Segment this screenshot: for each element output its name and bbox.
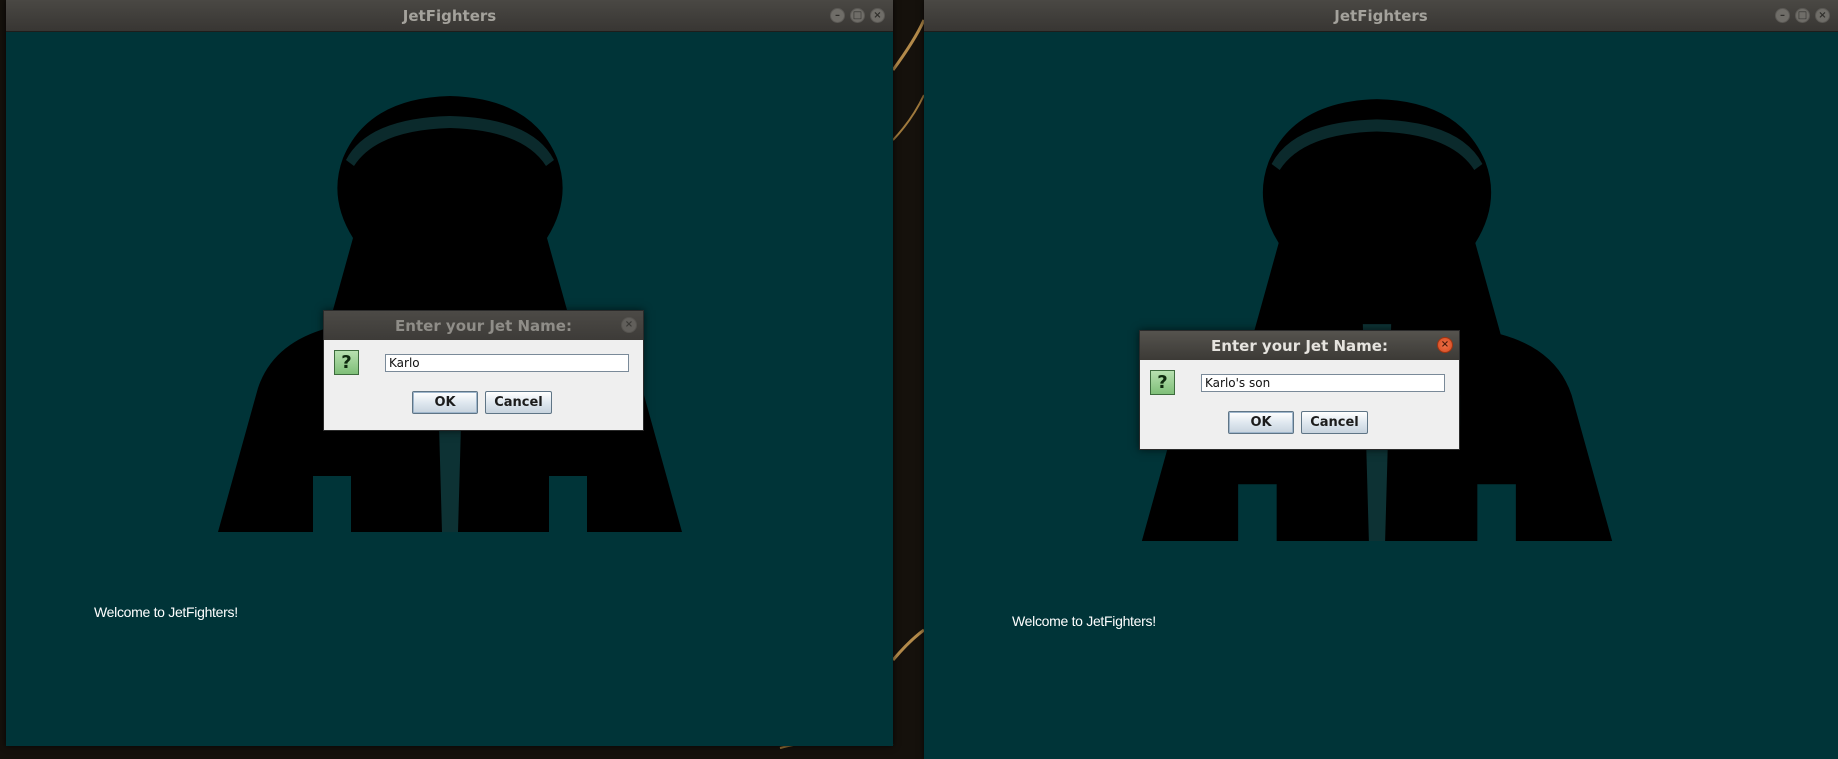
game-canvas: Welcome to JetFighters! Enter your Jet N… (924, 31, 1838, 759)
dialog-body: ? OK Cancel (324, 340, 643, 432)
pilot-silhouette-image (1141, 99, 1613, 541)
ok-button[interactable]: OK (1228, 411, 1294, 434)
minimize-icon[interactable]: – (830, 8, 845, 23)
jetfighters-window-right: JetFighters – □ × Welcome to JetFighters… (924, 0, 1838, 759)
maximize-icon[interactable]: □ (850, 8, 865, 23)
jetfighters-window-left: JetFighters – □ × Welcome to JetFighters… (6, 0, 893, 746)
window-titlebar[interactable]: JetFighters – □ × (924, 0, 1838, 32)
ok-button[interactable]: OK (412, 391, 478, 414)
window-title: JetFighters (1334, 6, 1428, 25)
dialog-close-icon[interactable]: × (1437, 337, 1453, 353)
minimize-icon[interactable]: – (1775, 8, 1790, 23)
window-controls: – □ × (1775, 8, 1830, 23)
cancel-button[interactable]: Cancel (485, 391, 552, 414)
game-canvas: Welcome to JetFighters! Enter your Jet N… (6, 31, 893, 746)
dialog-titlebar[interactable]: Enter your Jet Name: × (324, 311, 643, 340)
window-titlebar[interactable]: JetFighters – □ × (6, 0, 893, 32)
dialog-close-icon[interactable]: × (621, 317, 637, 333)
close-icon[interactable]: × (1815, 8, 1830, 23)
welcome-message: Welcome to JetFighters! (1012, 613, 1156, 629)
window-controls: – □ × (830, 8, 885, 23)
jet-name-dialog: Enter your Jet Name: × ? OK Cancel (1139, 330, 1460, 450)
window-title: JetFighters (402, 6, 497, 25)
dialog-title: Enter your Jet Name: (1211, 336, 1388, 355)
dialog-body: ? OK Cancel (1140, 360, 1459, 451)
jet-name-input[interactable] (1201, 374, 1445, 392)
welcome-message: Welcome to JetFighters! (94, 604, 238, 620)
close-icon[interactable]: × (870, 8, 885, 23)
maximize-icon[interactable]: □ (1795, 8, 1810, 23)
question-icon: ? (1150, 370, 1175, 395)
cancel-button[interactable]: Cancel (1301, 411, 1368, 434)
dialog-title: Enter your Jet Name: (395, 316, 572, 335)
jet-name-input[interactable] (385, 354, 629, 372)
dialog-titlebar[interactable]: Enter your Jet Name: × (1140, 331, 1459, 360)
question-icon: ? (334, 350, 359, 375)
jet-name-dialog: Enter your Jet Name: × ? OK Cancel (323, 310, 644, 431)
